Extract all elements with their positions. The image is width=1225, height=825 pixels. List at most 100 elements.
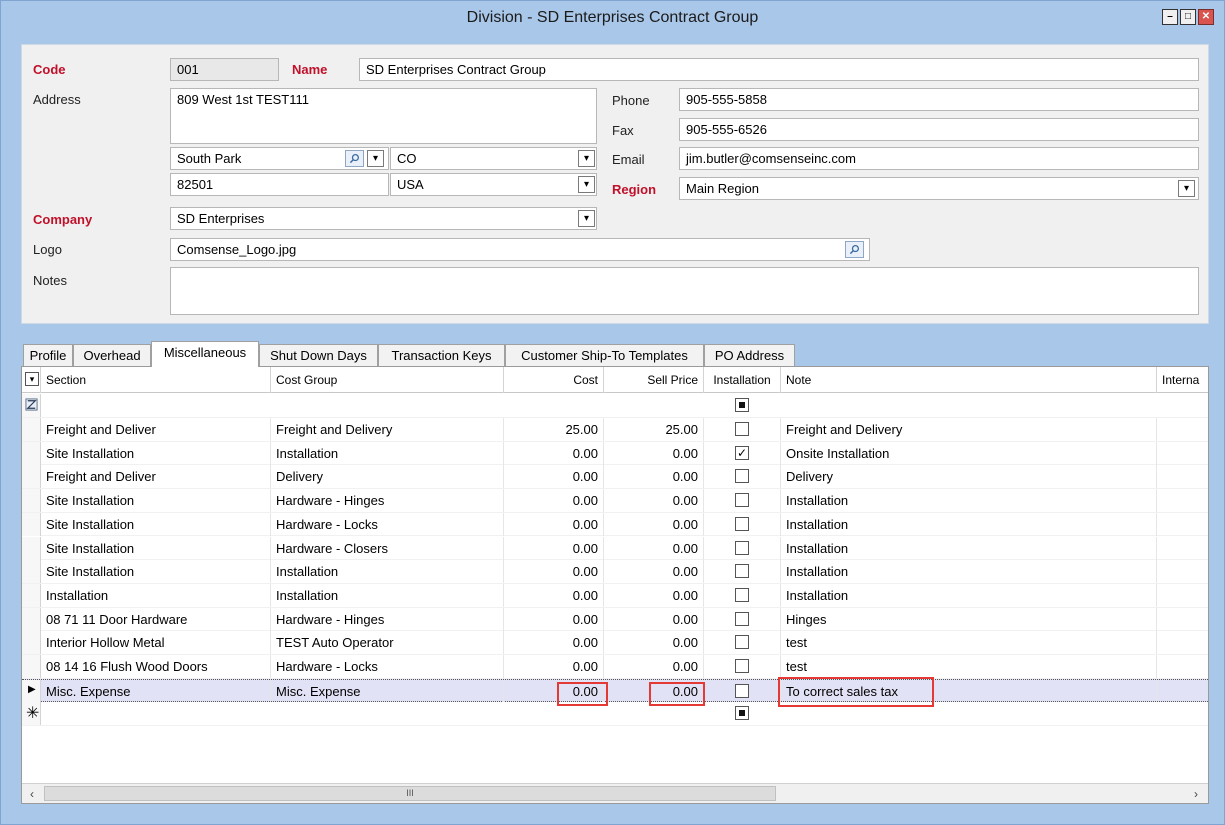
- cell-section[interactable]: Misc. Expense: [41, 679, 271, 703]
- cell-internal[interactable]: [1157, 631, 1208, 654]
- cell-section[interactable]: Site Installation: [41, 441, 271, 465]
- table-row[interactable]: Site Installation Installation 0.00 0.00 Ins…: [22, 560, 1208, 584]
- row-selector[interactable]: [22, 536, 41, 560]
- cell-note[interactable]: Installation: [781, 489, 1157, 513]
- close-button[interactable]: ✕: [1198, 9, 1214, 25]
- cell-cost[interactable]: 0.00: [504, 583, 604, 607]
- row-selector[interactable]: [22, 631, 41, 655]
- maximize-button[interactable]: □: [1180, 9, 1196, 25]
- row-selector[interactable]: ▶: [22, 679, 41, 703]
- table-row[interactable]: Site Installation Hardware - Locks 0.00 0.0…: [22, 512, 1208, 537]
- cell-cost[interactable]: 0.00: [504, 631, 604, 655]
- cell-internal[interactable]: [1157, 608, 1208, 631]
- filter-installation-checkbox[interactable]: [735, 398, 749, 412]
- minimize-button[interactable]: –: [1162, 9, 1178, 25]
- row-selector[interactable]: [22, 465, 41, 489]
- state-field[interactable]: CO: [390, 147, 597, 170]
- column-header-note[interactable]: Note: [781, 367, 1157, 393]
- cell-note[interactable]: Installation: [781, 583, 1157, 607]
- installation-checkbox[interactable]: [735, 611, 749, 626]
- row-selector[interactable]: [22, 489, 41, 513]
- cell-cost-group[interactable]: TEST Auto Operator: [271, 631, 504, 655]
- new-row[interactable]: ✳: [22, 702, 1208, 727]
- cell-internal[interactable]: [1157, 489, 1208, 512]
- installation-checkbox[interactable]: [735, 516, 749, 531]
- cell-cost-group[interactable]: Hardware - Hinges: [271, 489, 504, 513]
- row-selector[interactable]: [22, 418, 41, 441]
- cell-section[interactable]: Site Installation: [41, 560, 271, 584]
- state-dropdown-icon[interactable]: ▾: [578, 150, 595, 167]
- column-chooser-icon[interactable]: ▾: [25, 372, 39, 386]
- column-header-sell-price[interactable]: Sell Price: [604, 367, 704, 393]
- cell-cost-group[interactable]: Installation: [271, 441, 504, 465]
- installation-checkbox[interactable]: [735, 587, 749, 602]
- table-row[interactable]: Freight and Deliver Freight and Delivery 2…: [22, 418, 1208, 442]
- cell-cost[interactable]: 0.00: [504, 536, 604, 560]
- logo-field[interactable]: Comsense_Logo.jpg: [170, 238, 870, 261]
- cell-sell-price[interactable]: 0.00: [604, 465, 704, 489]
- cell-section[interactable]: Site Installation: [41, 512, 271, 536]
- table-row[interactable]: Site Installation Hardware - Closers 0.00 0…: [22, 536, 1208, 561]
- column-header-section[interactable]: Section: [41, 367, 271, 393]
- cell-internal[interactable]: [1157, 680, 1208, 703]
- cell-section[interactable]: Freight and Deliver: [41, 465, 271, 489]
- cell-sell-price[interactable]: 0.00: [604, 536, 704, 560]
- table-row[interactable]: Site Installation Hardware - Hinges 0.00 0.…: [22, 489, 1208, 513]
- cell-cost-group[interactable]: Freight and Delivery: [271, 418, 504, 441]
- cell-internal[interactable]: [1157, 584, 1208, 607]
- installation-checkbox[interactable]: [735, 540, 749, 555]
- cell-internal[interactable]: [1157, 655, 1208, 678]
- company-dropdown-icon[interactable]: ▾: [578, 210, 595, 227]
- installation-checkbox[interactable]: [735, 683, 749, 698]
- cell-section[interactable]: 08 14 16 Flush Wood Doors: [41, 655, 271, 678]
- title-bar[interactable]: Division - SD Enterprises Contract Group…: [1, 1, 1224, 35]
- country-dropdown-icon[interactable]: ▾: [578, 176, 595, 193]
- cell-cost[interactable]: 0.00: [504, 560, 604, 584]
- cell-note[interactable]: To correct sales tax: [781, 679, 1157, 703]
- cell-note[interactable]: Installation: [781, 536, 1157, 560]
- installation-checkbox[interactable]: [735, 493, 749, 508]
- installation-checkbox[interactable]: [735, 469, 749, 484]
- cell-section[interactable]: Interior Hollow Metal: [41, 631, 271, 655]
- column-header-cost-group[interactable]: Cost Group: [271, 367, 504, 393]
- filter-icon[interactable]: [25, 398, 38, 411]
- new-row-installation-checkbox[interactable]: [735, 706, 749, 721]
- row-selector[interactable]: [22, 583, 41, 607]
- cell-cost[interactable]: 0.00: [504, 489, 604, 513]
- region-dropdown-icon[interactable]: ▾: [1178, 180, 1195, 197]
- cell-note[interactable]: Delivery: [781, 465, 1157, 489]
- cell-cost[interactable]: 0.00: [504, 679, 604, 703]
- scroll-thumb[interactable]: III: [44, 786, 776, 801]
- table-row[interactable]: Site Installation Installation 0.00 0.00 ✓ On…: [22, 441, 1208, 466]
- cell-cost[interactable]: 0.00: [504, 465, 604, 489]
- code-field[interactable]: 001: [170, 58, 279, 81]
- tab-shut-down-days[interactable]: Shut Down Days: [259, 344, 378, 366]
- cell-cost-group[interactable]: Installation: [271, 560, 504, 584]
- cell-cost-group[interactable]: Hardware - Locks: [271, 655, 504, 678]
- address-field[interactable]: 809 West 1st TEST111: [170, 88, 597, 144]
- tab-po-address[interactable]: PO Address: [704, 344, 795, 366]
- tab-profile[interactable]: Profile: [23, 344, 73, 366]
- installation-checkbox[interactable]: [735, 635, 749, 650]
- row-selector[interactable]: [22, 512, 41, 536]
- row-selector[interactable]: [22, 655, 41, 678]
- zip-field[interactable]: 82501: [170, 173, 389, 196]
- cell-internal[interactable]: [1157, 537, 1208, 560]
- cell-cost-group[interactable]: Delivery: [271, 465, 504, 489]
- cell-note[interactable]: Onsite Installation: [781, 441, 1157, 465]
- cell-note[interactable]: Installation: [781, 512, 1157, 536]
- phone-field[interactable]: 905-555-5858: [679, 88, 1199, 111]
- tab-overhead[interactable]: Overhead: [73, 344, 151, 366]
- cell-section[interactable]: Site Installation: [41, 536, 271, 560]
- country-field[interactable]: USA: [390, 173, 597, 196]
- cell-internal[interactable]: [1157, 513, 1208, 536]
- cell-note[interactable]: test: [781, 631, 1157, 655]
- cell-cost[interactable]: 0.00: [504, 607, 604, 631]
- cell-sell-price[interactable]: 0.00: [604, 583, 704, 607]
- cell-cost[interactable]: 0.00: [504, 441, 604, 465]
- scroll-right-icon[interactable]: ›: [1188, 786, 1204, 802]
- cell-sell-price[interactable]: 0.00: [604, 441, 704, 465]
- cell-note[interactable]: Installation: [781, 560, 1157, 584]
- installation-checkbox[interactable]: [735, 422, 749, 436]
- cell-note[interactable]: test: [781, 655, 1157, 678]
